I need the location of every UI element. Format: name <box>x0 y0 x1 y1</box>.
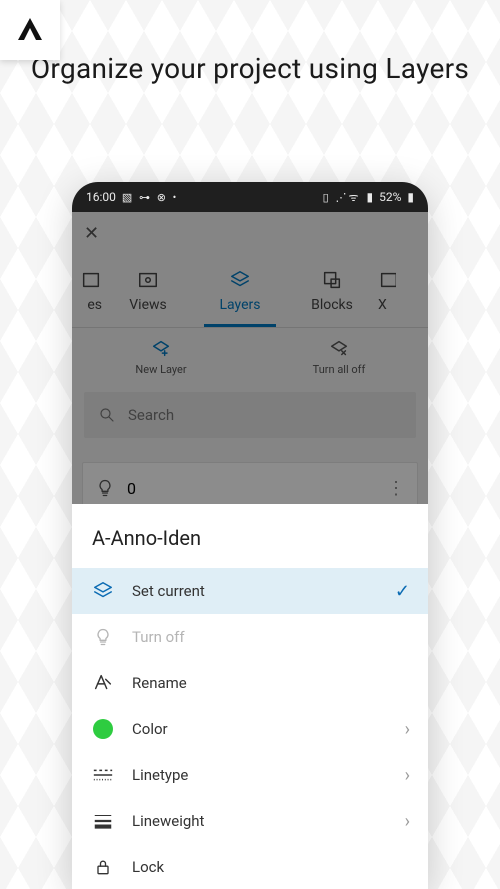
blocks-icon <box>321 269 343 291</box>
status-right-icons: ▯ ⋰ᯤ <box>323 190 361 205</box>
chevron-right-icon: › <box>405 811 410 832</box>
tab-label: Layers <box>220 297 261 313</box>
menu-set-current[interactable]: Set current ✓ <box>72 568 428 614</box>
status-bar: 16:00 ▧ ⊶ ⊗ • ▯ ⋰ᯤ ▮ 52% ▮ <box>72 182 428 212</box>
layer-context-sheet: A-Anno-Iden Set current ✓ Turn off Renam… <box>72 504 428 889</box>
turn-off-all-icon <box>328 338 350 360</box>
menu-label: Turn off <box>132 628 185 646</box>
rename-icon <box>92 672 114 694</box>
menu-lock[interactable]: Lock <box>72 844 428 889</box>
layer-name: 0 <box>127 479 136 498</box>
menu-label: Set current <box>132 582 205 600</box>
tab-blocks[interactable]: Blocks <box>286 254 378 327</box>
menu-label: Rename <box>132 674 187 692</box>
lineweight-icon <box>92 810 114 832</box>
page-headline: Organize your project using Layers <box>0 50 500 88</box>
linetype-icon <box>92 764 114 786</box>
device-frame: 16:00 ▧ ⊶ ⊗ • ▯ ⋰ᯤ ▮ 52% ▮ ✕ es Views La <box>72 182 428 889</box>
tab-partial-right[interactable]: X <box>378 254 396 327</box>
action-label: Turn all off <box>313 363 366 376</box>
menu-label: Color <box>132 720 168 738</box>
menu-label: Linetype <box>132 766 188 784</box>
tab-partial-right-icon <box>378 269 396 291</box>
eye-icon <box>137 269 159 291</box>
sheet-title: A-Anno-Iden <box>72 504 428 568</box>
menu-turn-off[interactable]: Turn off <box>72 614 428 660</box>
turn-all-off-button[interactable]: Turn all off <box>250 328 428 386</box>
status-signal-icon: ▮ <box>367 190 374 204</box>
bulb-off-icon <box>92 626 114 648</box>
layer-actions: New Layer Turn all off <box>72 328 428 386</box>
menu-linetype[interactable]: Linetype › <box>72 752 428 798</box>
app-chrome: ✕ es Views Layers Blocks X <box>72 212 428 514</box>
new-layer-button[interactable]: New Layer <box>72 328 250 386</box>
status-time: 16:00 <box>86 190 116 204</box>
lock-icon <box>92 856 114 878</box>
chevron-right-icon: › <box>405 765 410 786</box>
search-input[interactable]: Search <box>84 392 416 438</box>
close-icon[interactable]: ✕ <box>84 223 99 244</box>
tab-views[interactable]: Views <box>102 254 194 327</box>
menu-label: Lock <box>132 858 164 876</box>
autocad-logo-icon <box>12 12 48 48</box>
chevron-right-icon: › <box>405 719 410 740</box>
new-layer-icon <box>150 338 172 360</box>
battery-text: 52% <box>379 190 401 204</box>
search-icon <box>98 406 116 424</box>
tab-label: Blocks <box>311 297 353 313</box>
menu-rename[interactable]: Rename <box>72 660 428 706</box>
tab-label: Views <box>129 297 167 313</box>
app-logo-badge <box>0 0 60 60</box>
layers-icon <box>229 269 251 291</box>
bulb-icon <box>95 478 115 498</box>
tab-layers[interactable]: Layers <box>194 254 286 327</box>
layers-icon <box>92 580 114 602</box>
battery-icon: ▮ <box>407 190 414 204</box>
tabs-bar: es Views Layers Blocks X <box>72 254 428 328</box>
status-left-icons: ▧ ⊶ ⊗ • <box>122 191 179 204</box>
menu-label: Lineweight <box>132 812 204 830</box>
more-icon[interactable]: ⋮ <box>387 478 405 499</box>
search-placeholder: Search <box>128 406 174 424</box>
action-label: New Layer <box>135 363 186 376</box>
tab-partial-left[interactable]: es <box>78 254 102 327</box>
menu-color[interactable]: Color › <box>72 706 428 752</box>
menu-lineweight[interactable]: Lineweight › <box>72 798 428 844</box>
color-swatch <box>93 719 113 739</box>
check-icon: ✓ <box>395 581 410 602</box>
tab-partial-left-icon <box>80 269 102 291</box>
